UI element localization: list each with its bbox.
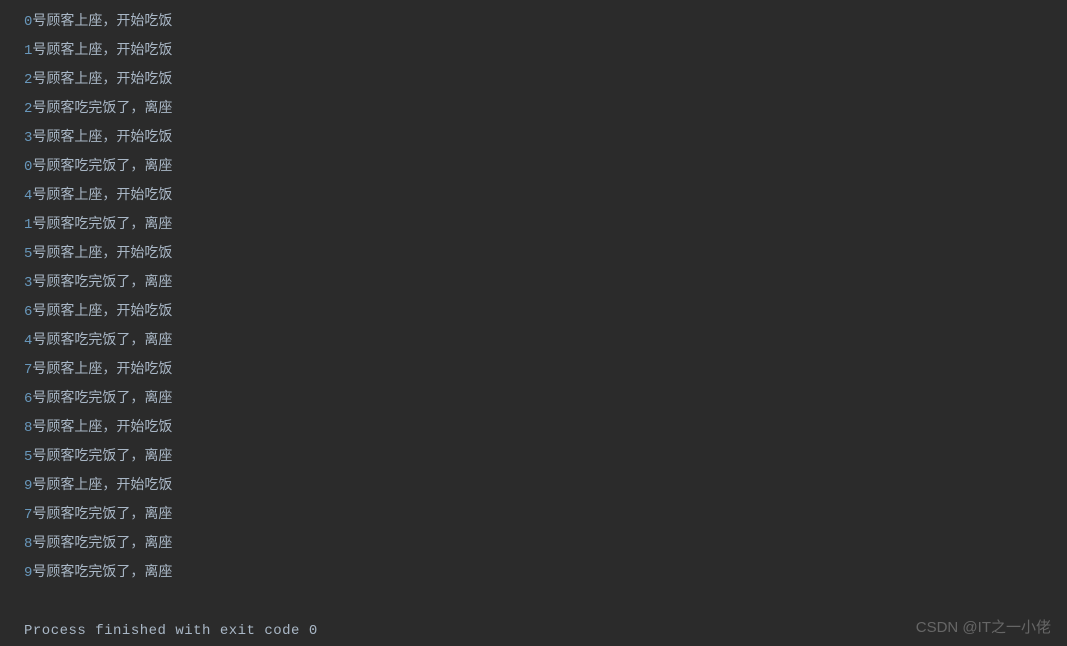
console-line: 0号顾客吃完饭了，离座 xyxy=(24,153,1067,182)
console-line: 5号顾客上座，开始吃饭 xyxy=(24,240,1067,269)
console-line: 6号顾客吃完饭了，离座 xyxy=(24,385,1067,414)
line-text: 号顾客上座，开始吃饭 xyxy=(32,362,172,378)
console-line: 3号顾客吃完饭了，离座 xyxy=(24,269,1067,298)
line-text: 号顾客上座，开始吃饭 xyxy=(32,478,172,494)
console-line: 6号顾客上座，开始吃饭 xyxy=(24,298,1067,327)
line-text: 号顾客吃完饭了，离座 xyxy=(32,565,172,581)
process-exit-message: Process finished with exit code 0 xyxy=(24,617,1067,646)
line-text: 号顾客吃完饭了，离座 xyxy=(32,391,172,407)
line-text: 号顾客吃完饭了，离座 xyxy=(32,159,172,175)
line-text: 号顾客吃完饭了，离座 xyxy=(32,217,172,233)
line-text: 号顾客上座，开始吃饭 xyxy=(32,130,172,146)
console-line: 5号顾客吃完饭了，离座 xyxy=(24,443,1067,472)
line-text: 号顾客吃完饭了，离座 xyxy=(32,507,172,523)
line-text: 号顾客吃完饭了，离座 xyxy=(32,101,172,117)
console-output: 0号顾客上座，开始吃饭1号顾客上座，开始吃饭2号顾客上座，开始吃饭2号顾客吃完饭… xyxy=(24,8,1067,588)
console-line: 0号顾客上座，开始吃饭 xyxy=(24,8,1067,37)
console-line: 1号顾客上座，开始吃饭 xyxy=(24,37,1067,66)
console-line: 4号顾客上座，开始吃饭 xyxy=(24,182,1067,211)
console-line: 9号顾客上座，开始吃饭 xyxy=(24,472,1067,501)
watermark-text: CSDN @IT之一小佬 xyxy=(916,616,1051,637)
console-line: 4号顾客吃完饭了，离座 xyxy=(24,327,1067,356)
line-text: 号顾客吃完饭了，离座 xyxy=(32,536,172,552)
console-line: 3号顾客上座，开始吃饭 xyxy=(24,124,1067,153)
line-text: 号顾客上座，开始吃饭 xyxy=(32,43,172,59)
line-text: 号顾客上座，开始吃饭 xyxy=(32,188,172,204)
line-text: 号顾客上座，开始吃饭 xyxy=(32,72,172,88)
line-text: 号顾客吃完饭了，离座 xyxy=(32,449,172,465)
line-text: 号顾客上座，开始吃饭 xyxy=(32,246,172,262)
console-line: 2号顾客上座，开始吃饭 xyxy=(24,66,1067,95)
console-line: 9号顾客吃完饭了，离座 xyxy=(24,559,1067,588)
console-line: 8号顾客吃完饭了，离座 xyxy=(24,530,1067,559)
line-text: 号顾客吃完饭了，离座 xyxy=(32,333,172,349)
line-text: 号顾客上座，开始吃饭 xyxy=(32,14,172,30)
console-line: 7号顾客上座，开始吃饭 xyxy=(24,356,1067,385)
console-line: 7号顾客吃完饭了，离座 xyxy=(24,501,1067,530)
line-text: 号顾客上座，开始吃饭 xyxy=(32,304,172,320)
line-text: 号顾客上座，开始吃饭 xyxy=(32,420,172,436)
console-line: 1号顾客吃完饭了，离座 xyxy=(24,211,1067,240)
console-line: 8号顾客上座，开始吃饭 xyxy=(24,414,1067,443)
console-line: 2号顾客吃完饭了，离座 xyxy=(24,95,1067,124)
line-text: 号顾客吃完饭了，离座 xyxy=(32,275,172,291)
